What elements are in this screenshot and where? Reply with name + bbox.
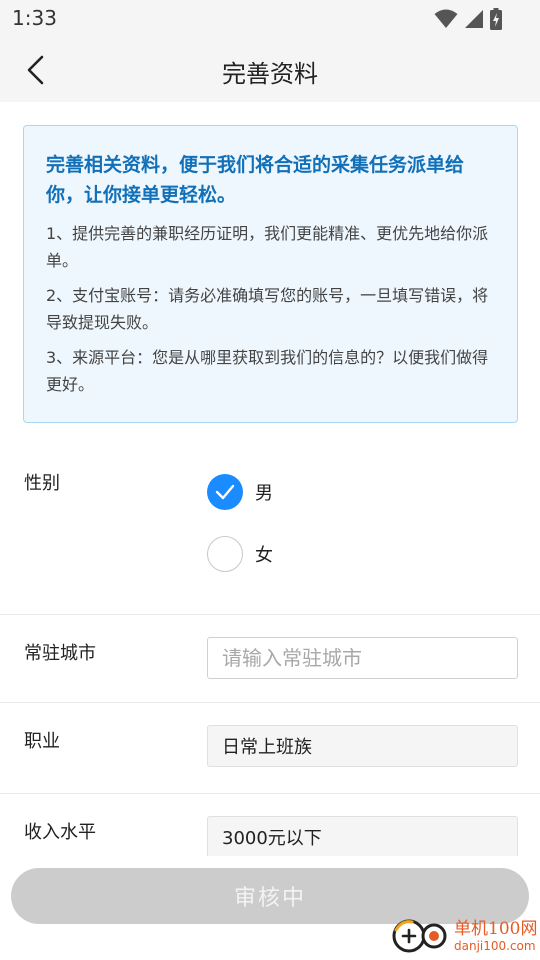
- gender-option-label: 男: [255, 483, 273, 504]
- gender-option-label: 女: [255, 545, 273, 566]
- occupation-value: 日常上班族: [222, 737, 312, 758]
- status-time: 1:33: [12, 6, 57, 30]
- watermark-text: 单机100网 danji100.com: [454, 919, 537, 953]
- battery-icon: [490, 8, 502, 30]
- income-label: 收入水平: [24, 822, 96, 843]
- wifi-icon: [434, 9, 458, 28]
- info-box: 完善相关资料，便于我们将合适的采集任务派单给你，让你接单更轻松。 1、提供完善的…: [23, 125, 518, 423]
- radio-unchecked-icon[interactable]: [207, 536, 243, 572]
- divider: [0, 793, 540, 794]
- gender-option-female[interactable]: 女: [207, 536, 273, 572]
- watermark-sub: danji100.com: [454, 939, 536, 953]
- nav-bar: 完善资料: [0, 36, 540, 102]
- status-bar: 1:33: [0, 0, 540, 36]
- gender-option-male[interactable]: 男: [207, 474, 273, 510]
- city-field[interactable]: [207, 637, 518, 679]
- status-icons: [434, 8, 502, 30]
- info-list: 1、提供完善的兼职经历证明，我们更能精准、更优先地给你派单。 2、支付宝账号：请…: [46, 220, 495, 398]
- gender-label: 性别: [24, 473, 60, 494]
- page-title: 完善资料: [222, 60, 318, 88]
- info-title: 完善相关资料，便于我们将合适的采集任务派单给你，让你接单更轻松。: [46, 154, 465, 206]
- checkmark-icon: [215, 484, 235, 500]
- radio-checked-icon[interactable]: [207, 474, 243, 510]
- city-input[interactable]: [222, 646, 503, 670]
- watermark: 单机100网 danji100.com: [392, 918, 537, 954]
- info-item: 3、来源平台：您是从哪里获取到我们的信息的？以便我们做得更好。: [46, 348, 489, 394]
- signal-icon: [465, 10, 483, 28]
- watermark-logo-icon: [392, 918, 448, 954]
- occupation-label: 职业: [24, 731, 60, 752]
- city-label: 常驻城市: [24, 643, 96, 664]
- info-item: 2、支付宝账号：请务必准确填写您的账号，一旦填写错误，将导致提现失败。: [46, 286, 489, 332]
- income-value: 3000元以下: [222, 828, 322, 849]
- income-field[interactable]: 3000元以下: [207, 816, 518, 858]
- divider: [0, 614, 540, 615]
- info-item: 1、提供完善的兼职经历证明，我们更能精准、更优先地给你派单。: [46, 224, 489, 270]
- divider: [0, 702, 540, 703]
- watermark-main: 单机100网: [454, 919, 538, 939]
- submit-button[interactable]: 审核中: [11, 868, 529, 924]
- occupation-field[interactable]: 日常上班族: [207, 725, 518, 767]
